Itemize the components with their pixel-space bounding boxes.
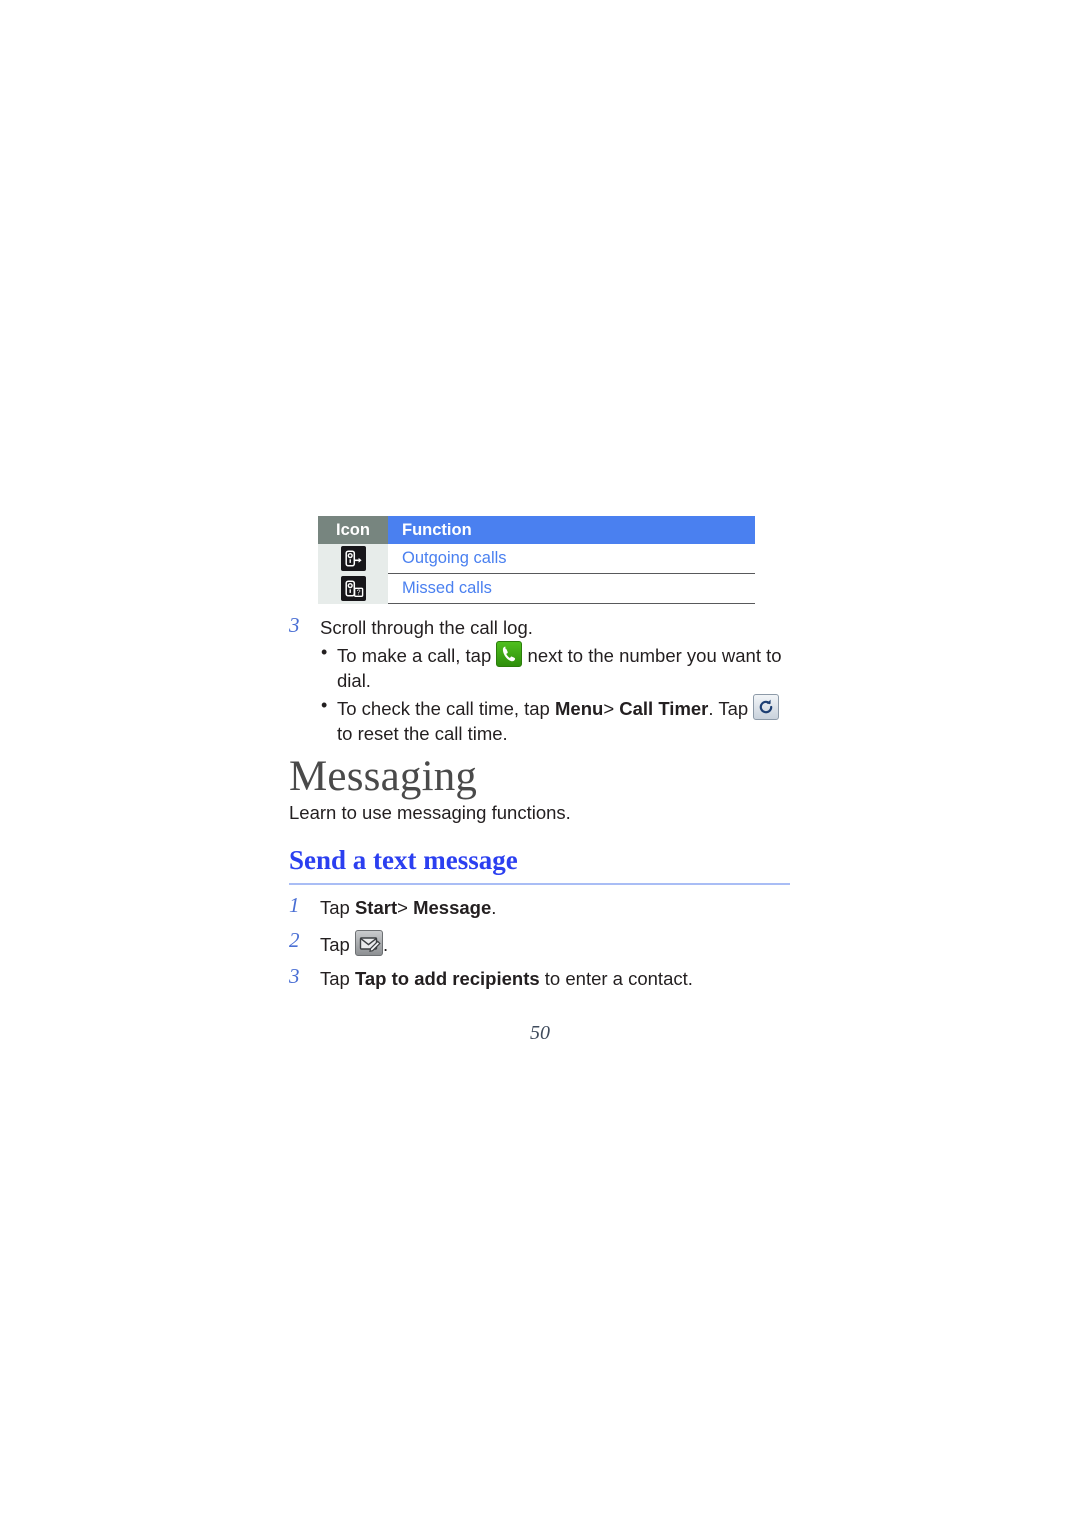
step-text: Scroll through the call log. — [320, 617, 533, 638]
section-title-send-a-text-message: Send a text message — [289, 845, 790, 885]
table-header-row: Icon Function — [318, 516, 755, 544]
menu-label: Menu — [555, 698, 604, 719]
step-number: 2 — [289, 928, 300, 952]
step-text-suffix: to enter a contact. — [544, 968, 693, 989]
step-tap-compose: 2 Tap . — [289, 928, 789, 957]
bullet-text-middle: . Tap — [708, 698, 749, 719]
reset-icon — [753, 694, 780, 720]
table-row: ? Missed calls — [318, 573, 755, 604]
step-bullet-list: To make a call, tap next to the number y… — [320, 640, 789, 746]
table-cell-function: Outgoing calls — [388, 544, 755, 574]
bullet-check-call-time: To check the call time, tap Menu> Call T… — [320, 693, 789, 746]
step-tap-start-message: 1 Tap Start> Message. — [289, 893, 789, 920]
bullet-text-before: To check the call time, tap — [337, 698, 550, 719]
step-body: Tap Tap to add recipients to enter a con… — [320, 966, 789, 991]
icon-function-table: Icon Function Outgoing calls ? Missed ca… — [318, 516, 755, 604]
step-text-prefix: Tap — [320, 897, 350, 918]
call-timer-label: Call Timer — [619, 698, 709, 719]
page-title: Messaging — [289, 753, 478, 800]
step-tap-to-add-recipients: 3 Tap Tap to add recipients to enter a c… — [289, 964, 789, 991]
manual-page: Icon Function Outgoing calls ? Missed ca… — [0, 0, 1080, 1528]
menu-separator: > — [397, 897, 408, 918]
page-number: 50 — [530, 1022, 550, 1044]
outgoing-calls-icon — [340, 546, 366, 571]
bullet-text-before: To make a call, tap — [337, 645, 492, 666]
step-number: 3 — [289, 613, 300, 637]
chapter-lead-text: Learn to use messaging functions. — [289, 802, 571, 823]
table-cell-icon: ? — [318, 573, 388, 604]
message-label: Message — [413, 897, 492, 918]
step-text-prefix: Tap — [320, 934, 350, 955]
menu-separator: > — [603, 698, 615, 719]
column-header-icon: Icon — [318, 516, 388, 544]
compose-message-icon — [354, 930, 383, 956]
start-label: Start — [354, 897, 398, 918]
bullet-make-a-call: To make a call, tap next to the number y… — [320, 640, 789, 693]
tap-to-add-recipients-label: Tap to add recipients — [354, 968, 540, 989]
step-scroll-call-log: 3 Scroll through the call log. To make a… — [289, 613, 789, 746]
step-body: Tap Start> Message. — [320, 895, 789, 920]
column-header-function: Function — [388, 516, 755, 544]
step-body: Scroll through the call log. To make a c… — [320, 615, 789, 746]
step-number: 1 — [289, 893, 300, 917]
step-text-suffix: . — [491, 897, 497, 918]
step-text-prefix: Tap — [320, 968, 350, 989]
step-number: 3 — [289, 964, 300, 988]
green-phone-icon — [496, 641, 523, 667]
table-cell-icon — [318, 544, 388, 574]
table-row: Outgoing calls — [318, 544, 755, 574]
svg-text:?: ? — [356, 590, 360, 597]
step-body: Tap . — [320, 930, 789, 957]
bullet-text-after: to reset the call time. — [337, 723, 508, 744]
missed-calls-icon: ? — [340, 576, 366, 601]
table-cell-function: Missed calls — [388, 573, 755, 604]
step-text-suffix: . — [382, 934, 389, 955]
